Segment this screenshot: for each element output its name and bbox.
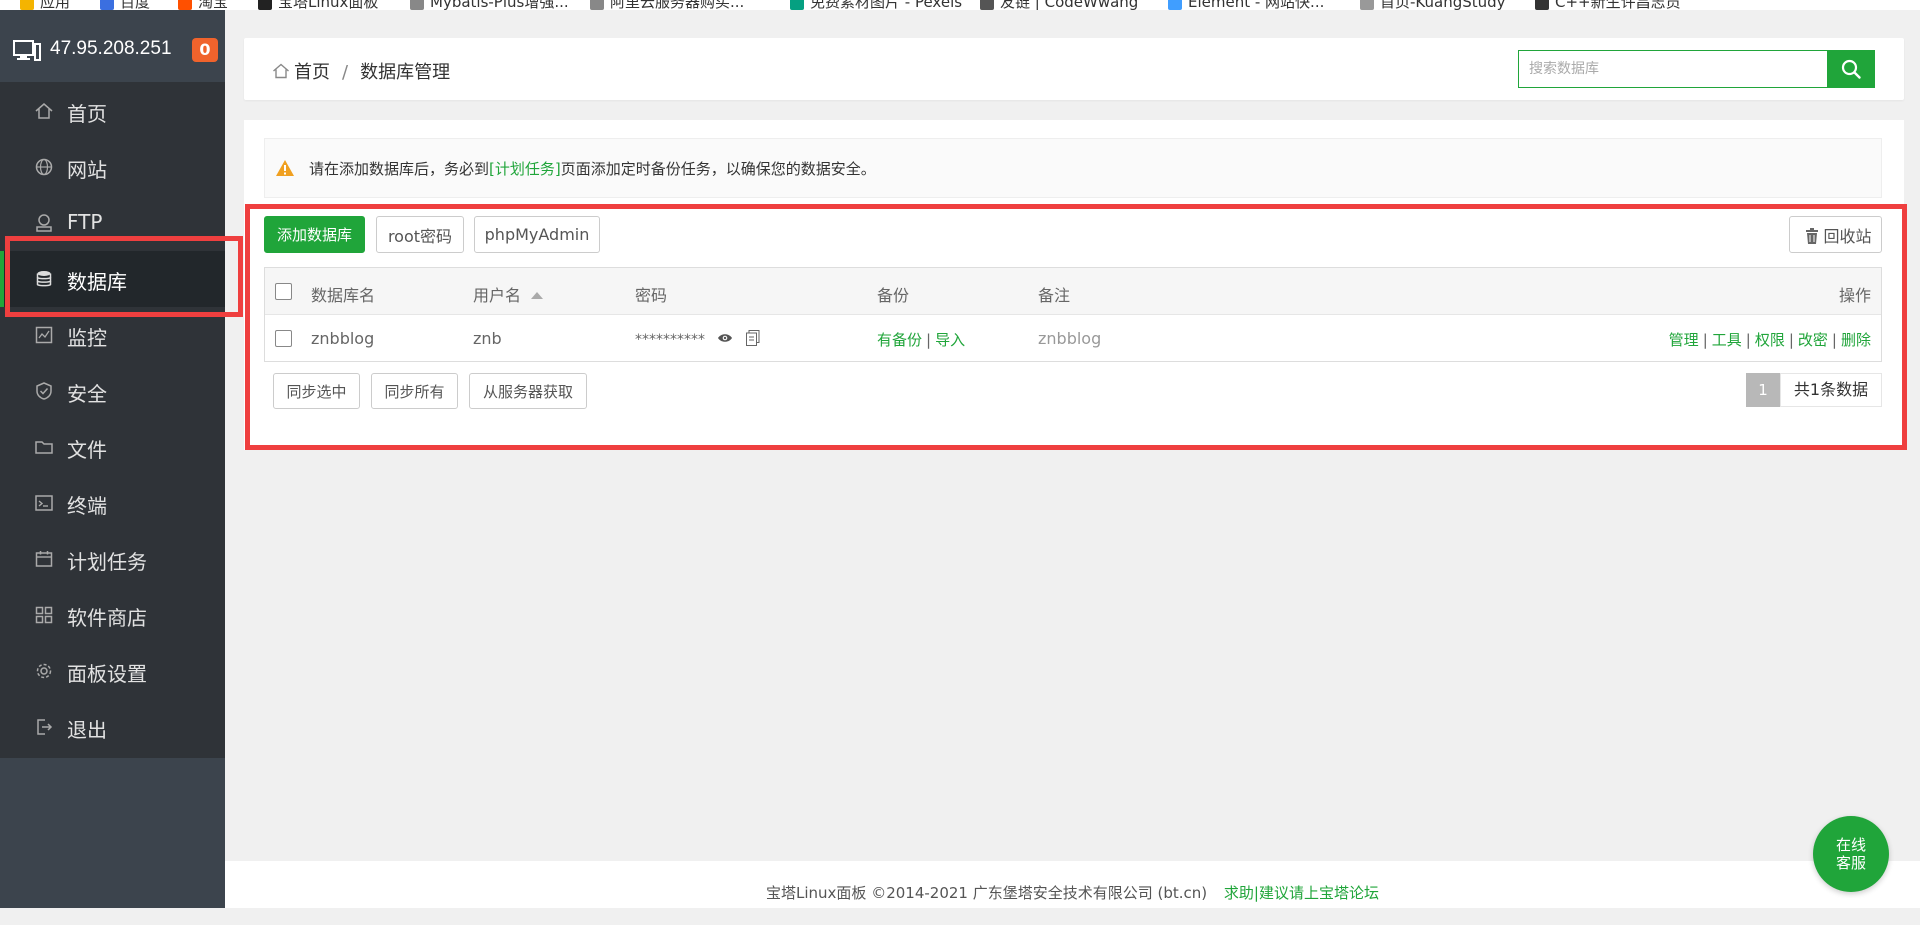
- op-permission-link[interactable]: 权限: [1755, 331, 1785, 349]
- home-icon: [273, 63, 289, 79]
- bookmark-item[interactable]: 宝塔Linux面板: [258, 0, 378, 10]
- select-all-checkbox[interactable]: [275, 283, 292, 300]
- sidebar-item-monitor[interactable]: 监控: [0, 307, 225, 363]
- cron-task-link[interactable]: [计划任务]: [489, 160, 561, 178]
- pagination-total: 共1条数据: [1780, 373, 1882, 407]
- bookmark-item[interactable]: Element - 网站快...: [1168, 0, 1324, 10]
- bookmark-item[interactable]: 阿里云服务器购买...: [590, 0, 744, 10]
- globe-icon: [35, 158, 53, 176]
- browser-bookmarks-bar: 应用 百度 淘宝 宝塔Linux面板 Mybatis-Plus增强... 阿里云…: [0, 0, 1920, 10]
- eye-icon[interactable]: [717, 332, 733, 344]
- sidebar-item-cron[interactable]: 计划任务: [0, 531, 225, 587]
- breadcrumb-separator: /: [342, 62, 349, 83]
- header-password: 密码: [635, 286, 668, 305]
- database-panel: 请在添加数据库后，务必到[计划任务]页面添加定时备份任务，以确保您的数据安全。 …: [244, 120, 1904, 450]
- monitor-chart-icon: [35, 326, 53, 344]
- database-icon: [36, 271, 52, 287]
- bookmark-item[interactable]: 应用: [20, 0, 70, 10]
- sidebar-item-home[interactable]: 首页: [0, 83, 225, 139]
- header-remark: 备注: [1038, 286, 1071, 305]
- search-input[interactable]: [1518, 50, 1827, 88]
- bookmark-item[interactable]: Mybatis-Plus增强...: [410, 0, 569, 10]
- pagination-current-page[interactable]: 1: [1746, 373, 1780, 407]
- sort-arrow-icon: [531, 292, 544, 299]
- calendar-icon: [35, 551, 53, 567]
- breadcrumb: 首页 / 数据库管理: [272, 58, 450, 84]
- notice-text-tail: 页面添加定时备份任务，以确保您的数据安全。: [560, 160, 876, 178]
- footer-copyright: 宝塔Linux面板 ©2014-2021 广东堡塔安全技术有限公司 (bt.cn…: [766, 884, 1208, 902]
- apps-grid-icon: [35, 606, 53, 624]
- copy-icon[interactable]: [745, 330, 760, 346]
- bookmark-item[interactable]: 免费素材图片 - Pexels: [790, 0, 962, 10]
- breadcrumb-home-link[interactable]: 首页: [294, 62, 330, 83]
- db-name-cell: znbblog: [311, 329, 375, 348]
- bookmark-item[interactable]: 淘宝: [178, 0, 228, 10]
- terminal-icon: [35, 495, 53, 511]
- backup-cell: 有备份 | 导入: [877, 331, 966, 349]
- sidebar-item-database[interactable]: 数据库: [0, 251, 225, 307]
- bookmark-item[interactable]: 首页-KuangStudy: [1360, 0, 1506, 10]
- server-ip: 47.95.208.251: [50, 38, 172, 59]
- search-button[interactable]: [1827, 50, 1875, 88]
- ftp-icon: [36, 214, 52, 232]
- bookmark-item[interactable]: 友链 | CodeWwang: [980, 0, 1138, 10]
- import-link[interactable]: 导入: [935, 331, 965, 349]
- header-operations: 操作: [1838, 286, 1871, 305]
- remark-cell[interactable]: znbblog: [1038, 329, 1101, 348]
- database-table: 数据库名 用户名 密码 备份 备注 操作 znbblog znb *******…: [264, 267, 1882, 362]
- footer: 宝塔Linux面板 ©2014-2021 广东堡塔安全技术有限公司 (bt.cn…: [225, 861, 1920, 908]
- bookmark-item[interactable]: C++新生许昌志员: [1535, 0, 1681, 10]
- warning-icon: [276, 160, 294, 176]
- online-support-button[interactable]: 在线 客服: [1813, 816, 1889, 892]
- search-icon: [1841, 59, 1861, 79]
- trash-icon: [1806, 227, 1819, 244]
- monitor-icon: [13, 40, 41, 61]
- backup-link[interactable]: 有备份: [877, 331, 922, 349]
- sync-all-button[interactable]: 同步所有: [371, 373, 458, 409]
- bookmark-item[interactable]: 百度: [100, 0, 150, 10]
- operations-cell: 管理 | 工具 | 权限 | 改密 | 删除: [1668, 331, 1871, 349]
- header-username[interactable]: 用户名: [473, 282, 544, 306]
- backup-notice: 请在添加数据库后，务必到[计划任务]页面添加定时备份任务，以确保您的数据安全。: [264, 138, 1882, 198]
- db-password-cell: **********: [635, 330, 760, 348]
- sidebar-item-ftp[interactable]: FTP: [0, 195, 225, 251]
- folder-icon: [35, 441, 53, 454]
- sidebar-item-security[interactable]: 安全: [0, 363, 225, 419]
- forum-link[interactable]: 求助|建议请上宝塔论坛: [1224, 884, 1379, 902]
- sidebar-item-software-store[interactable]: 软件商店: [0, 587, 225, 643]
- op-manage-link[interactable]: 管理: [1669, 331, 1699, 349]
- sync-selected-button[interactable]: 同步选中: [273, 373, 360, 409]
- notice-text: 请在添加数据库后，务必到: [309, 160, 490, 178]
- op-delete-link[interactable]: 删除: [1841, 331, 1871, 349]
- sidebar: 47.95.208.251 0 首页 网站 FTP 数据库 监控 安全 文件 终…: [0, 10, 225, 908]
- active-indicator: [0, 251, 4, 307]
- sidebar-item-panel-settings[interactable]: 面板设置: [0, 643, 225, 699]
- header-backup: 备份: [877, 286, 910, 305]
- db-user-cell: znb: [473, 329, 502, 348]
- row-checkbox[interactable]: [275, 330, 292, 347]
- home-icon: [35, 103, 53, 119]
- sidebar-item-logout[interactable]: 退出: [0, 699, 225, 755]
- server-info: 47.95.208.251 0: [0, 10, 225, 82]
- fetch-from-server-button[interactable]: 从服务器获取: [469, 373, 587, 409]
- gear-icon: [36, 663, 52, 679]
- phpmyadmin-button[interactable]: phpMyAdmin: [474, 216, 600, 253]
- table-row: znbblog znb ********** 有备份 | 导入 znbblog 管理…: [265, 315, 1881, 362]
- root-password-button[interactable]: root密码: [376, 216, 464, 253]
- add-database-button[interactable]: 添加数据库: [264, 216, 365, 253]
- top-bar: 首页 / 数据库管理: [244, 38, 1904, 100]
- recycle-bin-button[interactable]: 回收站: [1789, 216, 1882, 253]
- op-tools-link[interactable]: 工具: [1712, 331, 1742, 349]
- sidebar-item-terminal[interactable]: 终端: [0, 475, 225, 531]
- logout-icon: [37, 719, 53, 735]
- header-db-name[interactable]: 数据库名: [311, 282, 375, 306]
- shield-icon: [36, 382, 52, 400]
- table-header: 数据库名 用户名 密码 备份 备注 操作: [265, 268, 1881, 315]
- sidebar-item-files[interactable]: 文件: [0, 419, 225, 475]
- breadcrumb-current: 数据库管理: [360, 62, 451, 83]
- notification-badge[interactable]: 0: [192, 38, 218, 62]
- sidebar-item-website[interactable]: 网站: [0, 139, 225, 195]
- op-change-password-link[interactable]: 改密: [1798, 331, 1828, 349]
